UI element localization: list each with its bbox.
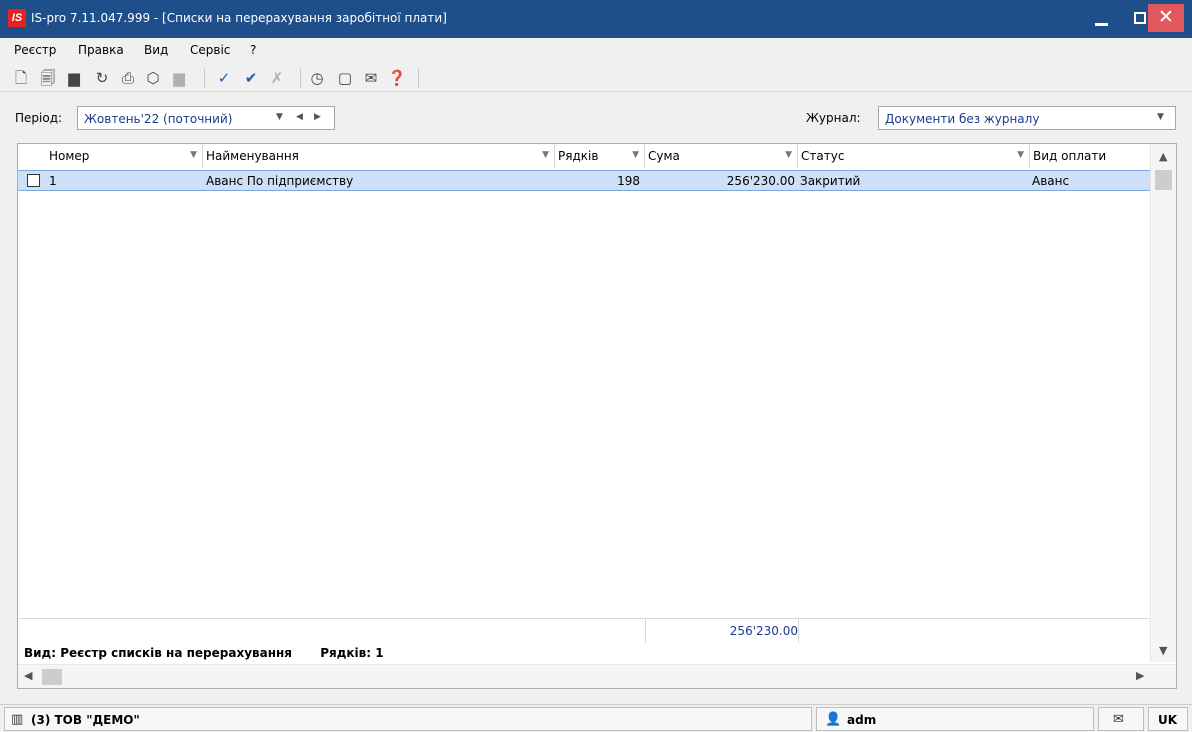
cell-sum: 256'230.00 [726, 174, 795, 188]
toolbar-separator [204, 68, 205, 88]
check-icon[interactable]: ✓ [213, 67, 235, 89]
col-payment-type[interactable]: Вид оплати [1030, 144, 1150, 168]
menu-view[interactable]: Вид [144, 43, 168, 57]
menu-service[interactable]: Сервіс [190, 43, 230, 57]
grid-footer: Вид: Реєстр списків на перерахування Ряд… [24, 646, 384, 660]
email-icon[interactable]: ✉ [360, 67, 382, 89]
scroll-thumb[interactable] [42, 669, 62, 685]
toolbar: 🗋 🗐 ▆ ↻ ⎙ ⬡ ▆ ✓ ✔ ✗ ◷ ▢ ✉ ❓ [0, 64, 1192, 92]
language-panel[interactable]: UK [1148, 707, 1188, 731]
double-check-icon[interactable]: ✔ [240, 67, 262, 89]
title-bar: IS IS-pro 7.11.047.999 - [Списки на пере… [0, 0, 1192, 38]
journal-value: Документи без журналу [885, 112, 1040, 126]
menu-bar: Реєстр Правка Вид Сервіс ? [0, 38, 1192, 64]
row-checkbox[interactable] [27, 174, 40, 187]
col-sum[interactable]: Сума ▼ [645, 144, 798, 168]
messages-panel[interactable]: ✉ [1098, 707, 1144, 731]
status-bar: ▥ (3) ТОВ "ДЕМО" 👤 adm ✉ UK [0, 704, 1192, 732]
menu-help[interactable]: ? [250, 43, 256, 57]
next-period-icon[interactable]: ▶ [314, 112, 321, 122]
totals-divider [798, 619, 799, 643]
view-info: Вид: Реєстр списків на перерахування [24, 646, 293, 660]
refresh-icon[interactable]: ↻ [91, 67, 113, 89]
print-icon[interactable]: ⎙ [117, 67, 139, 89]
sort-arrow-icon[interactable]: ▼ [785, 150, 792, 160]
menu-edit[interactable]: Правка [78, 43, 124, 57]
period-label: Період: [15, 111, 63, 125]
scroll-right-icon[interactable]: ▶ [1136, 669, 1144, 682]
sort-arrow-icon[interactable]: ▼ [542, 150, 549, 160]
table-row[interactable]: 1 Аванс По підприємству 198 256'230.00 З… [18, 170, 1150, 191]
user-panel[interactable]: 👤 adm [816, 707, 1094, 731]
cell-payment-type: Аванс [1032, 174, 1070, 188]
language-indicator: UK [1158, 713, 1178, 727]
cell-status: Закритий [800, 174, 861, 188]
email-icon: ✉ [1113, 712, 1124, 727]
prev-period-icon[interactable]: ◀ [296, 112, 303, 122]
organization-icon: ▥ [11, 712, 24, 727]
window-title: IS-pro 7.11.047.999 - [Списки на перерах… [31, 11, 447, 25]
disabled-doc-icon: ▆ [173, 69, 185, 87]
uncheck-icon: ✗ [270, 69, 284, 87]
toolbar-separator [300, 68, 301, 88]
org-name: (3) ТОВ "ДЕМО" [31, 713, 140, 727]
user-name: adm [847, 713, 877, 727]
help-icon[interactable]: ❓ [386, 67, 408, 89]
horizontal-scrollbar[interactable]: ◀ ▶ [18, 664, 1176, 688]
chevron-down-icon[interactable]: ▼ [1157, 112, 1164, 122]
vertical-scrollbar[interactable]: ▲ ▼ [1150, 144, 1176, 662]
totals-row: 256'230.00 [18, 618, 1150, 643]
close-button[interactable]: ✕ [1148, 4, 1184, 32]
scroll-thumb[interactable] [1155, 170, 1172, 190]
grid-header: Номер ▼ Найменування ▼ Рядків ▼ Сума ▼ Стату… [18, 144, 1150, 168]
menu-registry[interactable]: Реєстр [14, 43, 56, 57]
maximize-icon [1134, 12, 1146, 24]
copy-doc-icon[interactable]: 🗐 [37, 67, 59, 89]
col-name[interactable]: Найменування ▼ [203, 144, 555, 168]
col-status[interactable]: Статус ▼ [798, 144, 1030, 168]
calculate-icon[interactable]: ◷ [306, 67, 328, 89]
col-rows[interactable]: Рядків ▼ [555, 144, 645, 168]
form-icon[interactable]: ▢ [334, 67, 356, 89]
journal-label: Журнал: [806, 111, 861, 125]
package-icon[interactable]: ⬡ [142, 67, 164, 89]
journal-select[interactable]: Документи без журналу ▼ [878, 106, 1176, 130]
documents-grid: Номер ▼ Найменування ▼ Рядків ▼ Сума ▼ Стату… [17, 143, 1177, 689]
delete-doc-icon[interactable]: ▆ [63, 67, 85, 89]
org-panel[interactable]: ▥ (3) ТОВ "ДЕМО" [4, 707, 812, 731]
minimize-icon [1095, 23, 1108, 26]
rows-count-info: Рядків: 1 [320, 646, 384, 660]
sort-arrow-icon[interactable]: ▼ [632, 150, 639, 160]
user-icon: 👤 [825, 712, 842, 727]
col-number[interactable]: Номер ▼ [46, 144, 203, 168]
scroll-left-icon[interactable]: ◀ [24, 669, 32, 682]
minimize-button[interactable] [1082, 0, 1122, 38]
total-sum: 256'230.00 [729, 624, 798, 638]
scroll-down-icon[interactable]: ▼ [1159, 644, 1167, 657]
cell-number: 1 [49, 174, 57, 188]
sort-arrow-icon[interactable]: ▼ [190, 150, 197, 160]
cell-rows-count: 198 [617, 174, 640, 188]
close-icon: ✕ [1158, 6, 1174, 28]
sort-arrow-icon[interactable]: ▼ [1017, 150, 1024, 160]
period-select[interactable]: Жовтень'22 (поточний) ▼ ◀ ▶ [77, 106, 335, 130]
period-value: Жовтень'22 (поточний) [84, 112, 233, 126]
toolbar-separator [418, 68, 419, 88]
cell-name: Аванс По підприємству [206, 174, 354, 188]
chevron-down-icon[interactable]: ▼ [276, 112, 283, 122]
new-doc-icon[interactable]: 🗋 [10, 67, 32, 89]
app-logo-icon: IS [8, 9, 26, 27]
scroll-up-icon[interactable]: ▲ [1159, 150, 1167, 163]
